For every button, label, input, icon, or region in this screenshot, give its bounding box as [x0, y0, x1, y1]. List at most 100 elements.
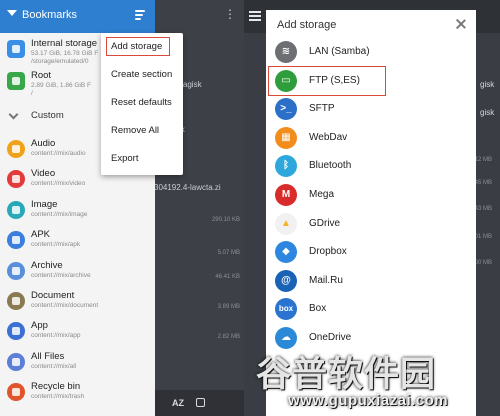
sort-menu-icon[interactable] — [135, 9, 147, 21]
phone-storage-icon — [7, 40, 25, 58]
bookmark-item[interactable]: Archive content://mix/archive — [0, 258, 155, 288]
menu-item[interactable]: Create section — [111, 69, 172, 80]
storage-option-label: WebDav — [309, 131, 348, 143]
mega-icon-glyph: M — [281, 189, 291, 200]
document-icon — [7, 292, 25, 310]
bookmark-path: content://mix/apk — [31, 241, 81, 249]
bookmark-item[interactable]: Image content://mix/image — [0, 197, 155, 227]
watermark-url: www.gupuxiazai.com — [288, 392, 449, 409]
bookmark-item[interactable]: APK content://mix/apk — [0, 227, 155, 257]
mailru-icon: @ — [275, 269, 297, 292]
menu-item[interactable]: Reset defaults — [111, 97, 172, 108]
storage-option[interactable]: ▦ WebDav — [266, 125, 476, 153]
file-size: 290.10 KB — [211, 217, 240, 223]
storage-option-label: LAN (Samba) — [309, 46, 370, 57]
box-icon: box — [275, 298, 297, 321]
menu-item[interactable]: Add storage — [111, 41, 162, 52]
bookmark-title: Audio — [31, 138, 56, 149]
bookmark-item[interactable]: App content://mix/app — [0, 318, 155, 348]
file-row[interactable]: 5.07 MB — [150, 238, 244, 258]
file-name: gisk — [480, 80, 495, 89]
all-files-icon — [7, 352, 25, 371]
archive-icon — [7, 261, 25, 280]
bookmark-path: content://mix/trash — [31, 393, 85, 401]
wifi-icon-glyph: ≋ — [281, 46, 291, 57]
file-row[interactable]: 3.89 MB — [150, 292, 244, 312]
storage-option-label: Bluetooth — [309, 160, 352, 172]
storage-option[interactable]: ◆ Dropbox — [266, 239, 476, 267]
storage-option[interactable]: box Box — [266, 296, 476, 324]
menu-item[interactable]: Remove All — [111, 125, 159, 136]
google-drive-icon: ▲ — [275, 212, 297, 235]
file-name: gisk — [480, 108, 495, 117]
close-icon[interactable] — [456, 19, 466, 29]
storage-option-label: Mega — [309, 189, 335, 200]
file-size: 46.41 KB — [215, 274, 240, 280]
storage-option[interactable]: ▭ FTP (S,ES) — [266, 68, 476, 96]
webdav-icon-glyph: ▦ — [281, 131, 291, 143]
storage-option[interactable]: ≋ LAN (Samba) — [266, 39, 476, 67]
bookmark-title: Image — [31, 198, 58, 210]
menu-icon[interactable] — [249, 11, 261, 23]
file-size: 2.82 MB — [217, 334, 240, 340]
bookmark-title: Recycle bin — [31, 381, 81, 393]
storage-option[interactable]: @ Mail.Ru — [266, 268, 476, 296]
bookmark-path: content://mix/video — [31, 180, 86, 188]
watermark-brand: 谷普软件园 — [256, 355, 437, 395]
storage-option[interactable]: ᛒ Bluetooth — [266, 153, 476, 181]
file-size: 3.89 MB — [217, 304, 240, 310]
image-icon — [7, 200, 25, 219]
apk-icon — [7, 231, 25, 250]
bookmark-item[interactable]: All Files content://mix/all — [0, 349, 155, 379]
storage-option[interactable]: M Mega — [266, 182, 476, 210]
dropbox-icon-glyph: ◆ — [282, 246, 290, 258]
storage-option-label: Box — [309, 303, 327, 315]
bookmark-item[interactable]: Document content://mix/document — [0, 288, 155, 318]
bookmark-path: content://mix/audio — [31, 150, 86, 157]
storage-option-label: Dropbox — [309, 246, 347, 258]
storage-usage: 2.89 GiB, 1.86 GiB F — [31, 82, 91, 89]
select-icon[interactable] — [196, 398, 205, 407]
bookmark-item[interactable]: Recycle bin content://mix/trash — [0, 379, 155, 409]
file-row[interactable]: 2.82 MB — [150, 322, 244, 342]
mailru-icon-glyph: @ — [281, 274, 291, 286]
storage-option[interactable]: >_ SFTP — [266, 96, 476, 124]
storage-option[interactable]: ▲ GDrive — [266, 211, 476, 239]
bookmark-title: Archive — [31, 259, 63, 271]
file-row[interactable]: 46.41 KB — [150, 262, 244, 282]
bookmark-path: content://mix/app — [31, 332, 81, 340]
bookmark-title: APK — [31, 229, 51, 241]
wifi-icon: ≋ — [275, 41, 297, 63]
monitor-icon-glyph: ▭ — [281, 74, 291, 86]
custom-section-label: Custom — [31, 110, 64, 121]
storage-path: / — [31, 90, 33, 97]
storage-usage: 53.17 GiB, 16.78 GiB F — [31, 50, 99, 57]
chevron-down-icon[interactable] — [7, 10, 17, 16]
storage-option-label: Mail.Ru — [309, 274, 343, 286]
bluetooth-icon: ᛒ — [275, 155, 297, 178]
storage-title: Internal storage — [31, 38, 98, 49]
bookmark-path: content://mix/image — [31, 210, 88, 218]
mega-icon: M — [275, 184, 297, 206]
google-drive-icon-glyph: ▲ — [281, 217, 291, 229]
webdav-icon: ▦ — [275, 126, 297, 149]
sort-az-button[interactable]: AZ — [172, 398, 184, 408]
dropbox-icon: ◆ — [275, 241, 297, 264]
storage-option-label: SFTP — [309, 103, 335, 115]
drawer-header: Bookmarks — [0, 0, 155, 33]
bluetooth-icon-glyph: ᛒ — [283, 160, 289, 172]
file-row[interactable]: 304192.4-lawcta.zi — [150, 183, 244, 203]
storage-option-label: FTP (S,ES) — [309, 74, 360, 86]
file-row[interactable]: 290.10 KB — [150, 205, 244, 225]
overflow-menu-icon[interactable]: ⋮ — [224, 8, 236, 20]
bottom-toolbar: AZ — [150, 390, 244, 416]
drawer-title: Bookmarks — [22, 9, 78, 21]
bookmark-path: content://mix/document — [31, 302, 99, 309]
bookmark-title: All Files — [31, 350, 65, 362]
bookmark-path: content://mix/all — [31, 362, 77, 370]
monitor-icon: ▭ — [275, 69, 297, 92]
bookmarks-options-menu: Add storage Create section Reset defaults R… — [101, 33, 183, 175]
bookmark-title: Document — [31, 290, 75, 301]
menu-item[interactable]: Export — [111, 153, 138, 164]
storage-option-label: GDrive — [309, 217, 341, 229]
